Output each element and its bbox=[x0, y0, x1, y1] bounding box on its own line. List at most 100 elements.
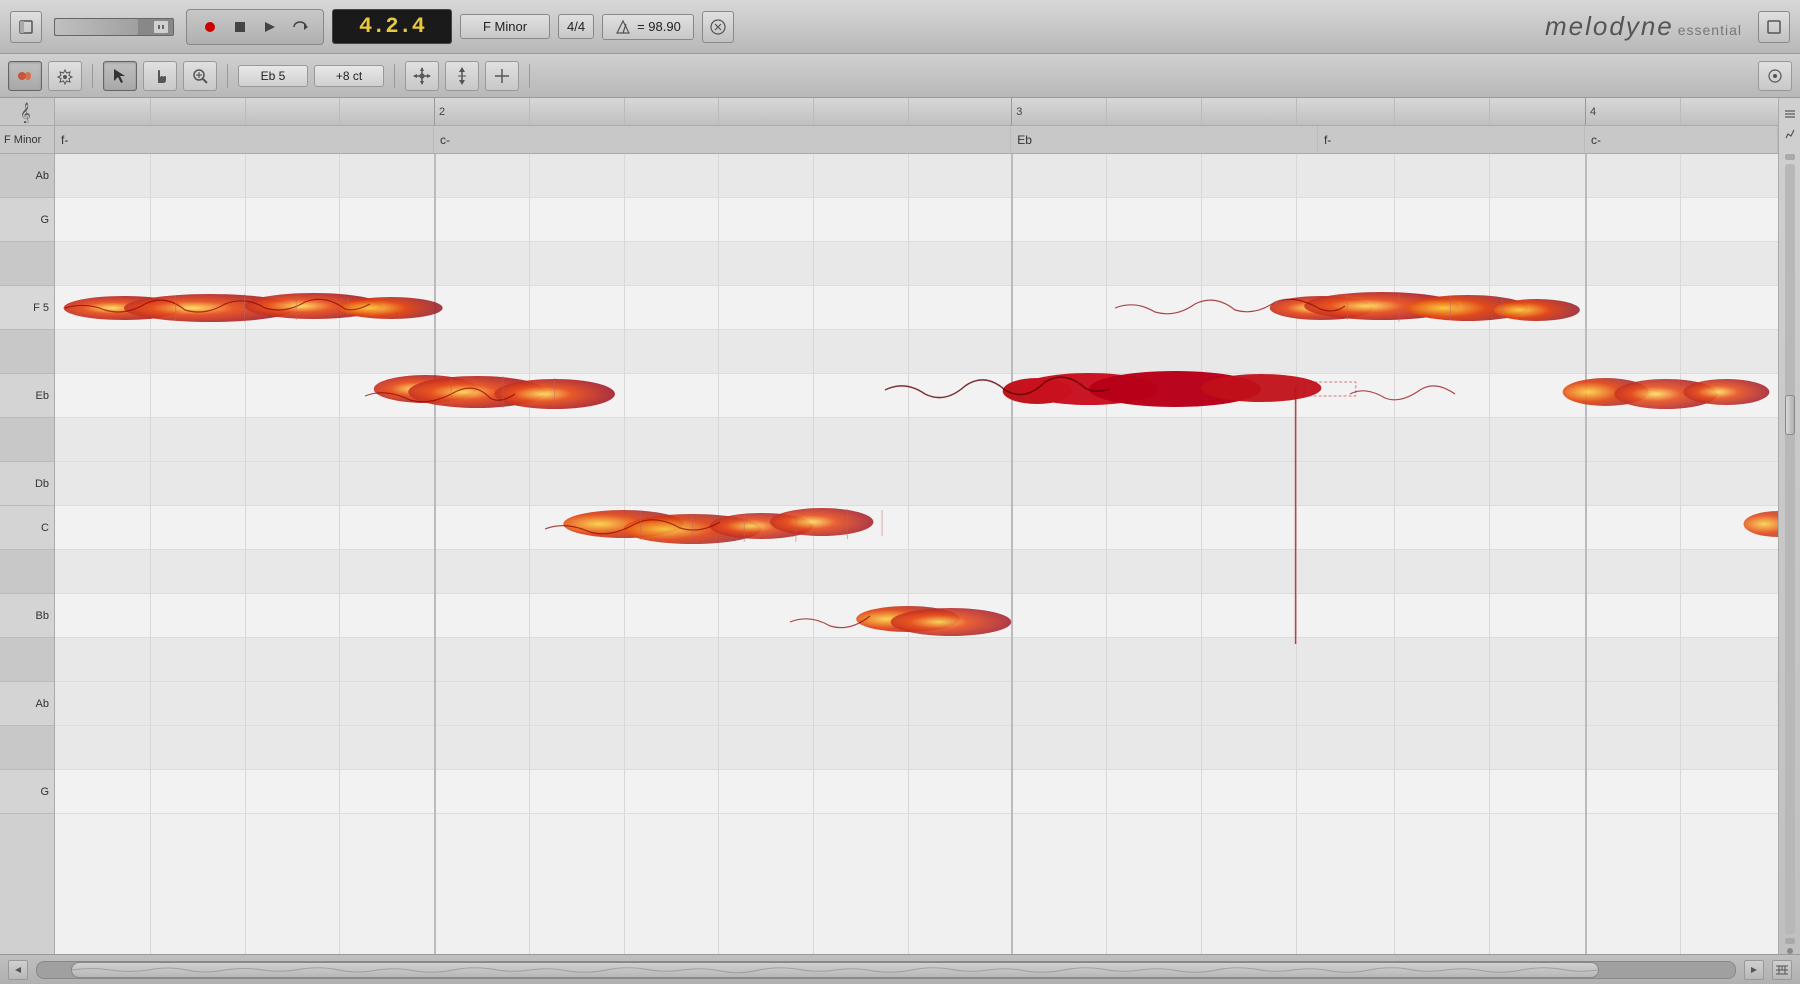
v-scroll-down[interactable] bbox=[1785, 938, 1795, 944]
move-tool-button[interactable] bbox=[405, 61, 439, 91]
pitch-tool-icon bbox=[452, 66, 472, 86]
toolbar-separator-3 bbox=[394, 64, 395, 88]
piano-key-ab-high: Ab bbox=[0, 154, 54, 198]
grid-row-g-nat bbox=[55, 770, 1778, 814]
toolbar-separator-4 bbox=[529, 64, 530, 88]
scrollbar-thumb[interactable] bbox=[71, 962, 1599, 978]
piano-key-e bbox=[0, 330, 54, 374]
beat-div bbox=[1680, 154, 1681, 954]
grid-area[interactable] bbox=[55, 154, 1778, 954]
grid-row-d bbox=[55, 418, 1778, 462]
piano-key-db: Db bbox=[0, 462, 54, 506]
stop-button[interactable] bbox=[227, 14, 253, 40]
ruler-mark-3: 3 bbox=[1011, 98, 1022, 125]
zoom-tool-icon bbox=[191, 67, 209, 85]
window-left-button[interactable] bbox=[10, 11, 42, 43]
beat-div bbox=[813, 154, 814, 954]
key-display[interactable]: F Minor bbox=[460, 14, 550, 39]
beat-div bbox=[1106, 154, 1107, 954]
piano-key-a bbox=[0, 638, 54, 682]
beat-tick bbox=[908, 98, 909, 125]
window-right-button[interactable] bbox=[1758, 11, 1790, 43]
v-scroll-thumb[interactable] bbox=[1785, 395, 1795, 435]
beat-div bbox=[908, 154, 909, 954]
beat-tick bbox=[339, 98, 340, 125]
v-scroll-up[interactable] bbox=[1785, 154, 1795, 160]
beat-tick bbox=[529, 98, 530, 125]
quantize-icon bbox=[709, 18, 727, 36]
melodyne-tool-icon bbox=[15, 66, 35, 86]
bar-line-2 bbox=[434, 154, 436, 954]
arrow-tool-icon bbox=[111, 67, 129, 85]
left-panel: 𝄞 F Minor Ab G F 5 Eb Db C bbox=[0, 98, 55, 954]
grid-row-gb bbox=[55, 242, 1778, 286]
ruler-mark-4: 4 bbox=[1585, 98, 1596, 125]
bar-line-4 bbox=[1585, 154, 1587, 954]
grid-row-b bbox=[55, 550, 1778, 594]
piano-key-g-nat: G bbox=[0, 770, 54, 814]
cents-display[interactable]: +8 ct bbox=[314, 65, 384, 87]
quantize-button[interactable] bbox=[702, 11, 734, 43]
beat-div bbox=[718, 154, 719, 954]
tempo-display[interactable]: = 98.90 bbox=[602, 14, 694, 40]
tool-settings-button[interactable] bbox=[48, 61, 82, 91]
beat-div bbox=[150, 154, 151, 954]
note-edit-icon[interactable] bbox=[1782, 126, 1798, 142]
transport-group bbox=[186, 9, 324, 45]
piano-key-bb: Bb bbox=[0, 594, 54, 638]
piano-key-f5: F 5 bbox=[0, 286, 54, 330]
piano-key-g-low bbox=[0, 726, 54, 770]
beat-tick bbox=[1106, 98, 1107, 125]
beat-tick bbox=[813, 98, 814, 125]
play-button[interactable] bbox=[257, 14, 283, 40]
piano-key-ab-low: Ab bbox=[0, 682, 54, 726]
ruler-mark-2: 2 bbox=[434, 98, 445, 125]
loop-bar[interactable] bbox=[54, 18, 174, 36]
grid-row-c bbox=[55, 506, 1778, 550]
loop-button[interactable] bbox=[287, 14, 313, 40]
piano-key-gb bbox=[0, 242, 54, 286]
scroll-left-btn[interactable] bbox=[8, 960, 28, 980]
grid-row-g bbox=[55, 198, 1778, 242]
bottom-piano-toggle[interactable] bbox=[1772, 960, 1792, 980]
position-display[interactable]: 4.2.4 bbox=[332, 9, 452, 44]
grid-row-a bbox=[55, 638, 1778, 682]
piano-key-eb: Eb bbox=[0, 374, 54, 418]
horizontal-scrollbar[interactable] bbox=[36, 961, 1736, 979]
select-tool-button[interactable] bbox=[103, 61, 137, 91]
piano-key-b bbox=[0, 550, 54, 594]
toolbar-settings-button[interactable] bbox=[1758, 61, 1792, 91]
beat-tick bbox=[1394, 98, 1395, 125]
beat-div bbox=[339, 154, 340, 954]
grid-row-db bbox=[55, 462, 1778, 506]
pitch-tool-button[interactable] bbox=[445, 61, 479, 91]
beat-tick bbox=[1489, 98, 1490, 125]
chord-c-minor-2: c- bbox=[1585, 126, 1778, 153]
beat-tick bbox=[1296, 98, 1297, 125]
app-logo: melodyneessential bbox=[1545, 11, 1742, 42]
time-sig-display[interactable]: 4/4 bbox=[558, 14, 594, 39]
move-tool-icon bbox=[412, 66, 432, 86]
treble-clef-icon: 𝄞 bbox=[17, 101, 37, 123]
beat-tick bbox=[1201, 98, 1202, 125]
position-value: 4.2.4 bbox=[359, 14, 425, 39]
cut-tool-button[interactable] bbox=[485, 61, 519, 91]
hand-tool-button[interactable] bbox=[143, 61, 177, 91]
beat-tick bbox=[718, 98, 719, 125]
tempo-value: = 98.90 bbox=[637, 19, 681, 34]
tool-melodyne-button[interactable] bbox=[8, 61, 42, 91]
scroll-right-btn[interactable] bbox=[1744, 960, 1764, 980]
toolbar-separator-1 bbox=[92, 64, 93, 88]
beat-tick bbox=[150, 98, 151, 125]
pitch-display[interactable]: Eb 5 bbox=[238, 65, 308, 87]
beat-tick bbox=[1680, 98, 1681, 125]
time-sig-value: 4/4 bbox=[567, 19, 585, 34]
zoom-tool-button[interactable] bbox=[183, 61, 217, 91]
record-button[interactable] bbox=[197, 14, 223, 40]
piano-toggle-icon[interactable] bbox=[1782, 106, 1798, 122]
v-scrollbar[interactable] bbox=[1785, 146, 1795, 954]
right-panel bbox=[1778, 98, 1800, 954]
grid-row-f5 bbox=[55, 286, 1778, 330]
v-scroll-track bbox=[1785, 164, 1795, 934]
svg-text:𝄞: 𝄞 bbox=[20, 103, 31, 123]
